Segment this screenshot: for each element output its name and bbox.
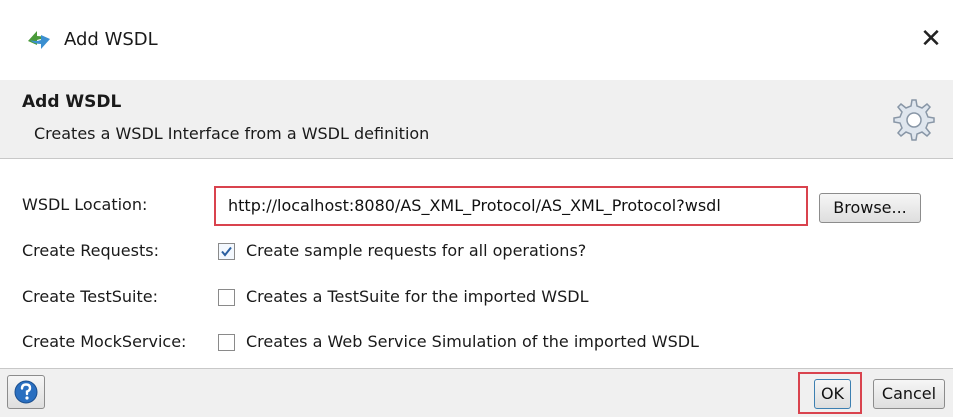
help-button[interactable] xyxy=(7,375,45,409)
create-requests-label: Create Requests: xyxy=(22,241,159,260)
help-icon xyxy=(14,380,38,404)
create-testsuite-text: Creates a TestSuite for the imported WSD… xyxy=(246,287,589,306)
dialog-header: Add WSDL Creates a WSDL Interface from a… xyxy=(0,80,953,159)
create-mockservice-text: Creates a Web Service Simulation of the … xyxy=(246,332,699,351)
create-mockservice-label: Create MockService: xyxy=(22,332,187,351)
wsdl-location-input[interactable]: http://localhost:8080/AS_XML_Protocol/AS… xyxy=(214,186,808,226)
soapui-logo-icon xyxy=(28,31,50,49)
wsdl-location-value: http://localhost:8080/AS_XML_Protocol/AS… xyxy=(228,196,721,215)
create-requests-text: Create sample requests for all operation… xyxy=(246,241,587,260)
title-bar: Add WSDL ✕ xyxy=(0,0,953,80)
wsdl-location-label: WSDL Location: xyxy=(22,195,148,214)
ok-button[interactable]: OK xyxy=(814,379,851,409)
create-testsuite-checkbox[interactable] xyxy=(218,289,235,306)
create-requests-checkbox[interactable] xyxy=(218,243,235,260)
dialog-footer: OK Cancel xyxy=(0,369,953,417)
create-testsuite-label: Create TestSuite: xyxy=(22,287,159,306)
window-title: Add WSDL xyxy=(64,29,158,50)
browse-button[interactable]: Browse... xyxy=(819,193,921,223)
checkmark-icon xyxy=(221,246,232,257)
create-mockservice-checkbox[interactable] xyxy=(218,334,235,351)
form-area: WSDL Location: http://localhost:8080/AS_… xyxy=(0,159,953,369)
close-icon[interactable]: ✕ xyxy=(916,24,946,54)
header-description: Creates a WSDL Interface from a WSDL def… xyxy=(34,124,430,143)
header-title: Add WSDL xyxy=(22,92,122,112)
cancel-button[interactable]: Cancel xyxy=(873,379,945,409)
gear-icon xyxy=(893,99,935,141)
